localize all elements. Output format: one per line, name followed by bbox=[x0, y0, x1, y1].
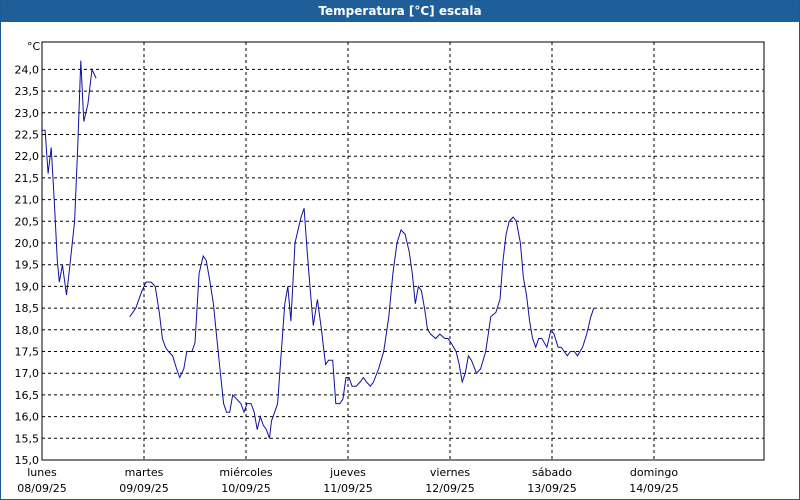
plot-area bbox=[41, 41, 765, 461]
x-tick-date: 13/09/25 bbox=[527, 482, 576, 495]
y-tick-label: 17,0 bbox=[15, 367, 40, 380]
y-tick-label: 19,0 bbox=[15, 280, 40, 293]
x-tick-date: 08/09/25 bbox=[17, 482, 66, 495]
y-tick-label: 18,5 bbox=[15, 302, 40, 315]
x-tick-date: 09/09/25 bbox=[119, 482, 168, 495]
y-tick-label: 22,0 bbox=[15, 150, 40, 163]
y-tick-label: 18,0 bbox=[15, 324, 40, 337]
y-tick-label: 23,5 bbox=[15, 85, 40, 98]
x-tick-date: 10/09/25 bbox=[221, 482, 270, 495]
y-tick-label: 16,0 bbox=[15, 411, 40, 424]
x-tick-day: domingo bbox=[630, 466, 678, 479]
y-tick-label: 19,5 bbox=[15, 259, 40, 272]
x-tick-day: jueves bbox=[329, 466, 366, 479]
y-axis-unit: °C bbox=[27, 40, 41, 53]
y-tick-label: 22,5 bbox=[15, 129, 40, 142]
y-tick-label: 16,5 bbox=[15, 389, 40, 402]
y-tick-label: 20,5 bbox=[15, 215, 40, 228]
x-tick-day: viernes bbox=[430, 466, 470, 479]
x-tick-date: 14/09/25 bbox=[629, 482, 678, 495]
chart-svg: 15,015,516,016,517,017,518,018,519,019,5… bbox=[15, 40, 765, 495]
x-tick-day: miércoles bbox=[219, 466, 272, 479]
x-tick-day: sábado bbox=[532, 466, 572, 479]
x-tick-date: 11/09/25 bbox=[323, 482, 372, 495]
chart-window: Temperatura [°C] escala 15,0 15,5 16,0 16,5… bbox=[0, 0, 800, 500]
x-tick-day: martes bbox=[125, 466, 164, 479]
x-tick-date: 12/09/25 bbox=[425, 482, 474, 495]
x-tick-day: lunes bbox=[27, 466, 57, 479]
y-tick-label: 21,5 bbox=[15, 172, 40, 185]
y-axis: 15,015,516,016,517,017,518,018,519,019,5… bbox=[15, 63, 40, 467]
x-axis: lunes 08/09/25 martes 09/09/25 miércoles 10/0… bbox=[17, 466, 678, 495]
y-tick-label: 24,0 bbox=[15, 63, 40, 76]
y-tick-label: 23,0 bbox=[15, 107, 40, 120]
y-tick-label: 20,0 bbox=[15, 237, 40, 250]
y-tick-label: 21,0 bbox=[15, 194, 40, 207]
y-tick-label: 17,5 bbox=[15, 346, 40, 359]
y-tick-label: 15,5 bbox=[15, 432, 40, 445]
